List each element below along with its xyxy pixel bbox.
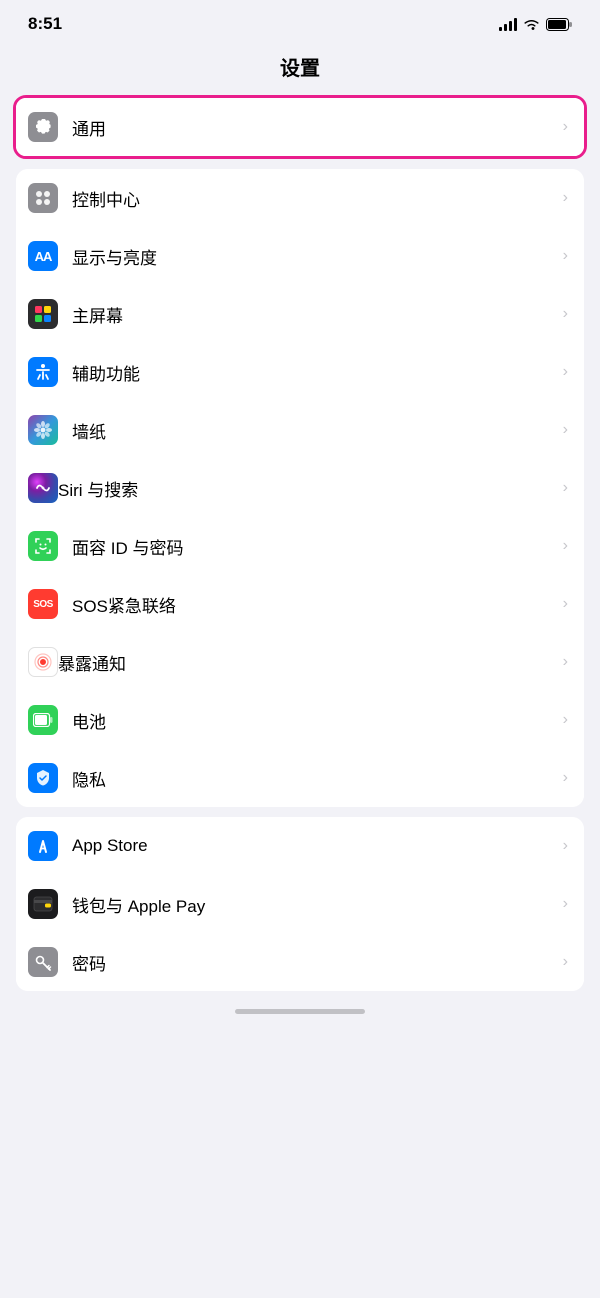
faceid-label: 面容 ID 与密码 — [72, 534, 559, 559]
wallet-label: 钱包与 Apple Pay — [72, 892, 559, 917]
wallpaper-chevron: › — [563, 421, 568, 439]
accessibility-chevron: › — [563, 363, 568, 381]
settings-group-2: 控制中心 › AA 显示与亮度 › 主屏幕 › 辅助功能 — [16, 169, 584, 807]
accessibility-label: 辅助功能 — [72, 360, 559, 385]
exposure-svg — [33, 652, 53, 672]
settings-group-3: App Store › 钱包与 Apple Pay › 密码 › — [16, 817, 584, 991]
faceid-icon — [28, 531, 58, 561]
group-highlight: 通用 › — [13, 95, 587, 159]
display-label: 显示与亮度 — [72, 244, 559, 269]
faceid-svg — [33, 536, 53, 556]
row-sos[interactable]: SOS SOS紧急联络 › — [16, 575, 584, 633]
row-privacy[interactable]: 隐私 › — [16, 749, 584, 807]
display-aa-text: AA — [35, 249, 52, 264]
display-chevron: › — [563, 247, 568, 265]
appstore-label: App Store — [72, 836, 559, 856]
accessibility-svg — [33, 362, 53, 382]
appstore-svg — [33, 836, 53, 856]
settings-group-1: 通用 › — [16, 98, 584, 156]
exposure-chevron: › — [563, 653, 568, 671]
sos-chevron: › — [563, 595, 568, 613]
passwords-icon — [28, 947, 58, 977]
faceid-chevron: › — [563, 537, 568, 555]
signal-icon — [499, 17, 517, 31]
flower-svg — [33, 420, 53, 440]
row-home-screen[interactable]: 主屏幕 › — [16, 285, 584, 343]
status-icons — [499, 17, 572, 31]
wifi-icon — [523, 18, 540, 31]
control-center-chevron: › — [563, 189, 568, 207]
home-screen-label: 主屏幕 — [72, 302, 559, 327]
row-display[interactable]: AA 显示与亮度 › — [16, 227, 584, 285]
page-title: 设置 — [0, 42, 600, 95]
appstore-icon — [28, 831, 58, 861]
row-accessibility[interactable]: 辅助功能 › — [16, 343, 584, 401]
control-center-label: 控制中心 — [72, 186, 559, 211]
row-siri[interactable]: Siri 与搜索 › — [16, 459, 584, 517]
row-control-center[interactable]: 控制中心 › — [16, 169, 584, 227]
home-indicator — [0, 1001, 600, 1018]
privacy-svg — [33, 768, 53, 788]
row-wallet[interactable]: 钱包与 Apple Pay › — [16, 875, 584, 933]
siri-chevron: › — [563, 479, 568, 497]
passwords-label: 密码 — [72, 950, 559, 975]
wallpaper-label: 墙纸 — [72, 418, 559, 443]
wallet-icon — [28, 889, 58, 919]
control-center-icon — [28, 183, 58, 213]
general-chevron: › — [563, 118, 568, 136]
appstore-chevron: › — [563, 837, 568, 855]
wallet-chevron: › — [563, 895, 568, 913]
accessibility-icon — [28, 357, 58, 387]
sos-text: SOS — [33, 599, 53, 610]
wallpaper-icon — [28, 415, 58, 445]
general-label: 通用 — [72, 115, 559, 140]
battery-row-svg — [33, 713, 53, 727]
grid-svg — [33, 304, 53, 324]
home-screen-icon — [28, 299, 58, 329]
row-general[interactable]: 通用 › — [16, 98, 584, 156]
passwords-chevron: › — [563, 953, 568, 971]
siri-label: Siri 与搜索 — [58, 476, 559, 501]
exposure-label: 暴露通知 — [58, 650, 559, 675]
home-screen-chevron: › — [563, 305, 568, 323]
row-exposure[interactable]: 暴露通知 › — [16, 633, 584, 691]
key-svg — [33, 952, 53, 972]
general-icon — [28, 112, 58, 142]
siri-icon — [28, 473, 58, 503]
battery-row-icon — [28, 705, 58, 735]
privacy-label: 隐私 — [72, 766, 559, 791]
row-faceid[interactable]: 面容 ID 与密码 › — [16, 517, 584, 575]
privacy-chevron: › — [563, 769, 568, 787]
privacy-icon — [28, 763, 58, 793]
row-passwords[interactable]: 密码 › — [16, 933, 584, 991]
status-time: 8:51 — [28, 14, 62, 34]
gear-svg — [33, 117, 53, 137]
row-wallpaper[interactable]: 墙纸 › — [16, 401, 584, 459]
home-bar — [235, 1009, 365, 1014]
battery-label: 电池 — [72, 708, 559, 733]
row-appstore[interactable]: App Store › — [16, 817, 584, 875]
status-bar: 8:51 — [0, 0, 600, 42]
row-battery[interactable]: 电池 › — [16, 691, 584, 749]
sos-label: SOS紧急联络 — [72, 592, 559, 617]
display-icon: AA — [28, 241, 58, 271]
exposure-icon — [28, 647, 58, 677]
control-svg — [33, 188, 53, 208]
wallet-svg — [33, 896, 53, 912]
battery-icon — [546, 18, 572, 31]
battery-chevron: › — [563, 711, 568, 729]
sos-icon: SOS — [28, 589, 58, 619]
siri-svg — [34, 479, 52, 497]
